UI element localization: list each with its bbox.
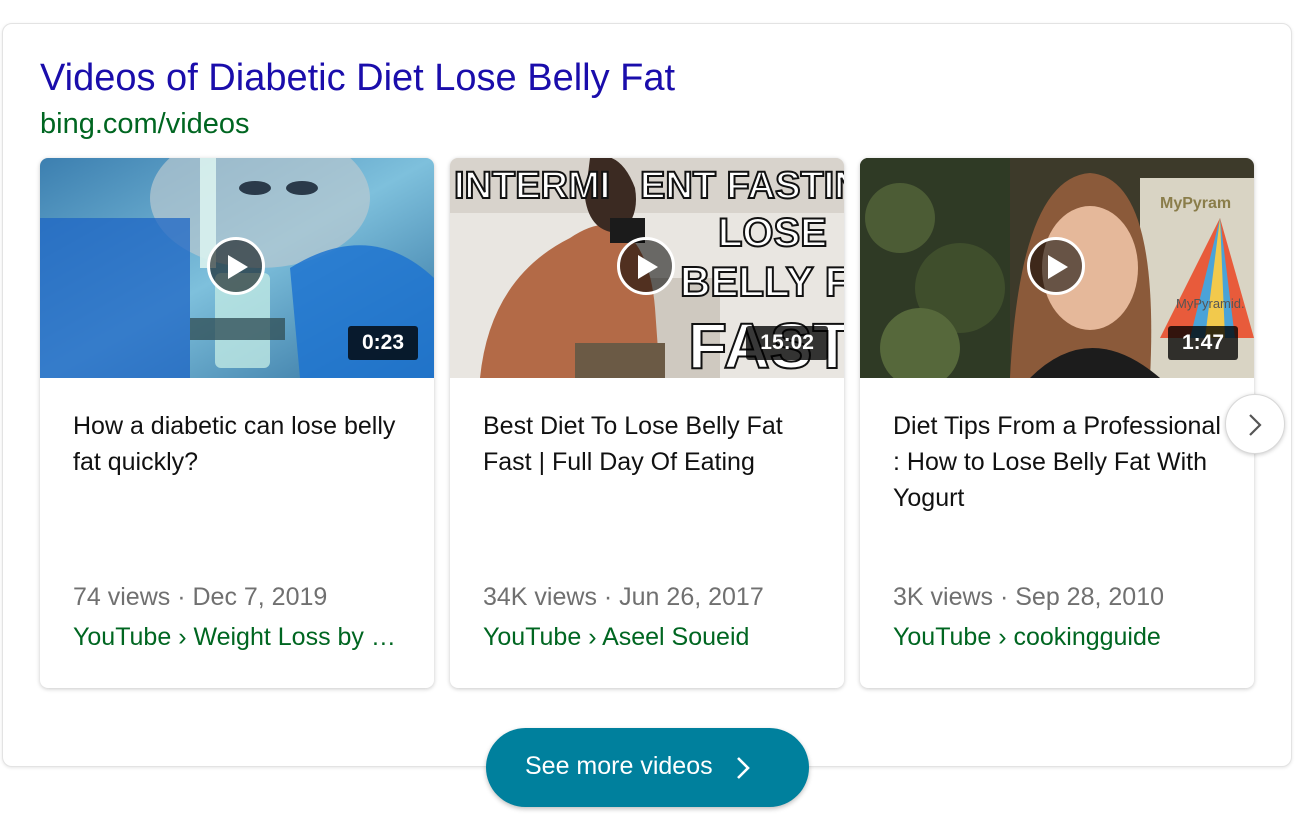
video-duration: 15:02	[746, 326, 828, 360]
video-duration: 0:23	[347, 326, 418, 360]
video-card[interactable]: MyPyram MyPyramid. 1:47 Diet Tips From a…	[860, 158, 1254, 688]
video-meta: 74 views · Dec 7, 2019	[73, 583, 328, 611]
thumbnail-text: LOSE	[718, 211, 827, 255]
play-icon	[1048, 255, 1068, 279]
video-channel[interactable]: YouTube › Aseel Soueid	[483, 623, 813, 652]
video-thumbnail[interactable]: 0:23	[40, 158, 434, 378]
play-icon	[228, 255, 248, 279]
thumbnail-text: INTERMI	[454, 165, 610, 207]
play-button[interactable]	[617, 237, 675, 295]
see-more-videos-button[interactable]: See more videos	[486, 728, 809, 807]
video-thumbnail[interactable]: MyPyram MyPyramid. 1:47	[860, 158, 1254, 378]
video-card[interactable]: 0:23 How a diabetic can lose belly fat q…	[40, 158, 434, 688]
see-more-label: See more videos	[525, 752, 713, 780]
video-thumbnail[interactable]: INTERMI ENT FASTING LOSE BELLY FAT FAST …	[450, 158, 844, 378]
video-duration: 1:47	[1167, 326, 1238, 360]
video-card[interactable]: INTERMI ENT FASTING LOSE BELLY FAT FAST …	[450, 158, 844, 688]
video-title[interactable]: Diet Tips From a Professional : How to L…	[893, 408, 1233, 516]
thumbnail-text: MyPyram	[1160, 195, 1231, 212]
source-url: bing.com/videos	[40, 108, 250, 140]
video-channel[interactable]: YouTube › cookingguide	[893, 623, 1223, 652]
video-channel[interactable]: YouTube › Weight Loss by …	[73, 623, 403, 652]
video-title[interactable]: Best Diet To Lose Belly Fat Fast | Full …	[483, 408, 823, 480]
chevron-right-icon	[737, 757, 750, 779]
thumbnail-text: BELLY FAT	[680, 258, 844, 305]
carousel-next-button[interactable]	[1225, 394, 1285, 454]
video-title[interactable]: How a diabetic can lose belly fat quickl…	[73, 408, 413, 480]
chevron-right-icon	[1249, 414, 1262, 436]
play-button[interactable]	[207, 237, 265, 295]
video-meta: 3K views · Sep 28, 2010	[893, 583, 1164, 611]
thumbnail-text: MyPyramid.	[1176, 296, 1245, 311]
play-icon	[638, 255, 658, 279]
thumbnail-text: ENT FASTING	[640, 165, 844, 207]
video-meta: 34K views · Jun 26, 2017	[483, 583, 764, 611]
videos-heading-link[interactable]: Videos of Diabetic Diet Lose Belly Fat	[40, 55, 675, 101]
play-button[interactable]	[1027, 237, 1085, 295]
